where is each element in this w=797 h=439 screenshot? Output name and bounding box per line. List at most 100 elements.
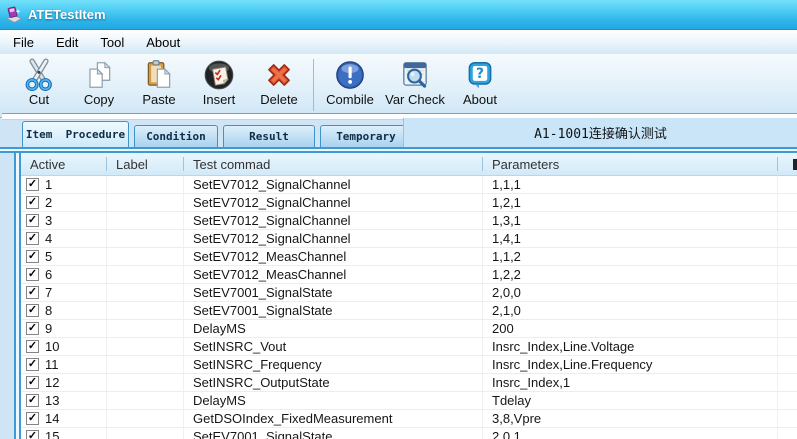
clipped-cell: [778, 428, 797, 439]
label-cell: [107, 230, 184, 247]
clipped-cell: [778, 392, 797, 409]
var-check-button[interactable]: Var Check: [380, 58, 450, 107]
tool-label: Insert: [203, 92, 236, 107]
command-cell: SetEV7012_SignalChannel: [184, 176, 483, 193]
active-cell: ✓ 15: [21, 428, 107, 439]
active-checkbox[interactable]: ✓: [26, 304, 39, 317]
parameters-cell: 200: [483, 320, 778, 337]
active-checkbox[interactable]: ✓: [26, 412, 39, 425]
table-row[interactable]: ✓ 9 DelayMS 200: [21, 320, 797, 338]
row-number: 8: [45, 303, 52, 318]
active-cell: ✓ 6: [21, 266, 107, 283]
active-checkbox[interactable]: ✓: [26, 232, 39, 245]
active-cell: ✓ 4: [21, 230, 107, 247]
table-row[interactable]: ✓ 13 DelayMS Tdelay: [21, 392, 797, 410]
active-checkbox[interactable]: ✓: [26, 250, 39, 263]
table-row[interactable]: ✓ 11 SetINSRC_Frequency Insrc_Index,Line…: [21, 356, 797, 374]
delete-button[interactable]: Delete: [249, 58, 309, 107]
copy-button[interactable]: Copy: [69, 58, 129, 107]
active-cell: ✓ 14: [21, 410, 107, 427]
active-checkbox[interactable]: ✓: [26, 430, 39, 439]
table-row[interactable]: ✓ 6 SetEV7012_MeasChannel 1,2,2: [21, 266, 797, 284]
active-cell: ✓ 3: [21, 212, 107, 229]
command-cell: SetEV7012_SignalChannel: [184, 230, 483, 247]
command-cell: SetINSRC_Frequency: [184, 356, 483, 373]
table-row[interactable]: ✓ 12 SetINSRC_OutputState Insrc_Index,1: [21, 374, 797, 392]
table-row[interactable]: ✓ 2 SetEV7012_SignalChannel 1,2,1: [21, 194, 797, 212]
tab-result[interactable]: Result: [223, 125, 315, 147]
table-row[interactable]: ✓ 14 GetDSOIndex_FixedMeasurement 3,8,Vp…: [21, 410, 797, 428]
clipped-cell: [778, 374, 797, 391]
clipped-cell: [778, 338, 797, 355]
about-button[interactable]: ? About: [450, 58, 510, 107]
active-cell: ✓ 10: [21, 338, 107, 355]
table-row[interactable]: ✓ 1 SetEV7012_SignalChannel 1,1,1: [21, 176, 797, 194]
command-cell: SetEV7012_SignalChannel: [184, 194, 483, 211]
active-checkbox[interactable]: ✓: [26, 268, 39, 281]
tab-temporary[interactable]: Temporary: [320, 125, 412, 147]
active-checkbox[interactable]: ✓: [26, 340, 39, 353]
clipped-cell: [778, 410, 797, 427]
active-cell: ✓ 7: [21, 284, 107, 301]
app-window: ATETestItem File Edit Tool About: [0, 0, 797, 439]
clipped-cell: [778, 284, 797, 301]
active-checkbox[interactable]: ✓: [26, 376, 39, 389]
table-row[interactable]: ✓ 10 SetINSRC_Vout Insrc_Index,Line.Volt…: [21, 338, 797, 356]
label-cell: [107, 374, 184, 391]
row-number: 10: [45, 339, 59, 354]
command-cell: DelayMS: [184, 320, 483, 337]
paste-button[interactable]: Paste: [129, 58, 189, 107]
active-checkbox[interactable]: ✓: [26, 286, 39, 299]
vertical-divider: [14, 153, 21, 439]
row-number: 13: [45, 393, 59, 408]
active-checkbox[interactable]: ✓: [26, 394, 39, 407]
cut-button[interactable]: Cut: [9, 58, 69, 107]
active-checkbox[interactable]: ✓: [26, 322, 39, 335]
table-row[interactable]: ✓ 8 SetEV7001_SignalState 2,1,0: [21, 302, 797, 320]
menu-tool[interactable]: Tool: [89, 32, 135, 53]
tool-label: Paste: [142, 92, 175, 107]
label-cell: [107, 338, 184, 355]
command-cell: SetINSRC_OutputState: [184, 374, 483, 391]
row-number: 12: [45, 375, 59, 390]
table-row[interactable]: ✓ 15 SetEV7001_SignalState 2,0,1: [21, 428, 797, 439]
tab-condition[interactable]: Condition: [134, 125, 218, 147]
command-cell: SetEV7001_SignalState: [184, 284, 483, 301]
table-row[interactable]: ✓ 3 SetEV7012_SignalChannel 1,3,1: [21, 212, 797, 230]
tab-item-procedure[interactable]: Item Procedure: [22, 121, 129, 147]
menu-edit[interactable]: Edit: [45, 32, 89, 53]
menu-file[interactable]: File: [2, 32, 45, 53]
table-row[interactable]: ✓ 7 SetEV7001_SignalState 2,0,0: [21, 284, 797, 302]
label-cell: [107, 320, 184, 337]
label-cell: [107, 266, 184, 283]
compile-button[interactable]: Combile: [320, 58, 380, 107]
label-cell: [107, 428, 184, 439]
active-checkbox[interactable]: ✓: [26, 214, 39, 227]
grid-header: Active Label Test commad Parameters: [21, 153, 797, 176]
table-row[interactable]: ✓ 5 SetEV7012_MeasChannel 1,1,2: [21, 248, 797, 266]
parameters-cell: Tdelay: [483, 392, 778, 409]
clipped-cell: [778, 194, 797, 211]
active-checkbox[interactable]: ✓: [26, 196, 39, 209]
table-row[interactable]: ✓ 4 SetEV7012_SignalChannel 1,4,1: [21, 230, 797, 248]
clipped-header-glyph: [793, 159, 797, 170]
parameters-cell: 3,8,Vpre: [483, 410, 778, 427]
active-checkbox[interactable]: ✓: [26, 358, 39, 371]
clipped-cell: [778, 356, 797, 373]
parameters-cell: Insrc_Index,1: [483, 374, 778, 391]
row-number: 6: [45, 267, 52, 282]
toolbar-separator: [313, 59, 314, 111]
window-title: ATETestItem: [28, 7, 106, 22]
insert-button[interactable]: Insert: [189, 58, 249, 107]
active-cell: ✓ 13: [21, 392, 107, 409]
clipped-cell: [778, 248, 797, 265]
active-checkbox[interactable]: ✓: [26, 178, 39, 191]
insert-icon: [202, 58, 236, 92]
label-cell: [107, 302, 184, 319]
paste-icon: [142, 58, 176, 92]
label-cell: [107, 212, 184, 229]
command-cell: SetEV7012_MeasChannel: [184, 248, 483, 265]
app-icon: [5, 6, 23, 24]
toolbar: Cut Copy: [0, 54, 797, 118]
menu-about[interactable]: About: [135, 32, 191, 53]
